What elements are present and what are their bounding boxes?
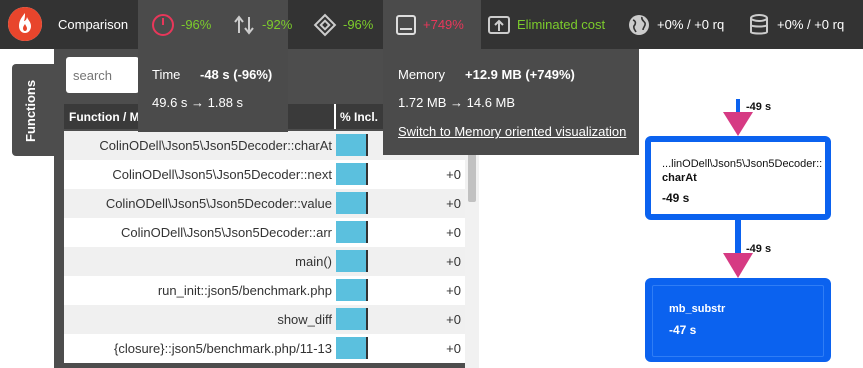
callgraph-node-charat[interactable]: ...linODell\Json5\Json5Decoder:: charAt …	[645, 136, 831, 220]
node-value: -49 s	[662, 191, 690, 205]
callgraph-node-mb-substr[interactable]: mb_substr -47 s	[645, 278, 831, 362]
node-name: charAt	[662, 172, 697, 184]
edge-top-label: -49 s	[746, 101, 772, 113]
node-namespace: ...linODell\Json5\Json5Decoder::	[662, 158, 823, 170]
edge-mid-line	[735, 220, 741, 256]
edge-mid-label: -49 s	[746, 243, 772, 255]
edge-top-arrow	[723, 112, 753, 136]
node-inner-border: mb_substr -47 s	[652, 285, 824, 357]
edge-mid-arrow	[723, 253, 753, 278]
node-name: mb_substr	[669, 303, 726, 315]
node-value: -47 s	[669, 323, 697, 337]
